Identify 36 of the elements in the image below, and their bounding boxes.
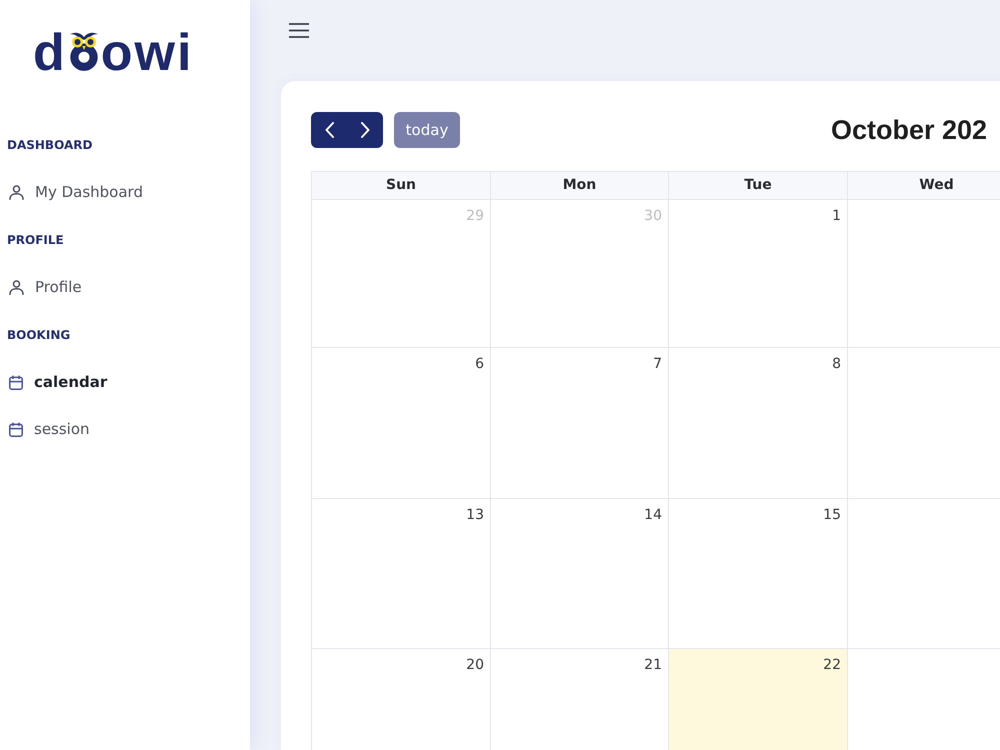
owl-icon: [68, 31, 100, 71]
calendar-icon: [9, 422, 23, 437]
day-number: 15: [823, 506, 841, 525]
person-icon: [9, 280, 24, 295]
sidebar-item[interactable]: calendar: [0, 371, 116, 394]
day-number: 6: [475, 355, 484, 374]
day-number: 21: [644, 656, 662, 675]
day-number: 30: [644, 207, 662, 226]
person-icon: [9, 185, 24, 200]
menu-icon[interactable]: [289, 23, 309, 38]
section-heading: DASHBOARD: [7, 137, 92, 154]
sidebar-item[interactable]: Profile: [0, 276, 90, 299]
month-title: October 202: [831, 114, 988, 147]
chevron-right-icon: [360, 122, 370, 138]
next-button[interactable]: [347, 112, 383, 148]
sidebar-item[interactable]: session: [0, 418, 98, 441]
previous-button[interactable]: [311, 112, 347, 148]
section-heading: PROFILE: [7, 232, 64, 249]
calendar-icon: [9, 375, 23, 390]
section-heading: BOOKING: [7, 327, 70, 344]
logo-text: d: [33, 27, 67, 79]
day-number: 13: [466, 506, 484, 525]
day-number: 20: [466, 656, 484, 675]
day-number: 7: [653, 355, 662, 374]
weekday-header: Mon: [491, 172, 669, 200]
day-number: 22: [823, 656, 841, 675]
weekday-header: Sun: [312, 172, 491, 200]
weekday-header: Wed: [848, 172, 1000, 200]
weekday-header: Tue: [669, 172, 848, 200]
day-number: 14: [644, 506, 662, 525]
day-number: 8: [832, 355, 841, 374]
logo-text: owi: [100, 27, 194, 79]
day-number: 29: [466, 207, 484, 226]
chevron-left-icon: [324, 122, 334, 138]
day-number: 1: [832, 207, 841, 226]
sidebar-item[interactable]: My Dashboard: [0, 181, 151, 204]
